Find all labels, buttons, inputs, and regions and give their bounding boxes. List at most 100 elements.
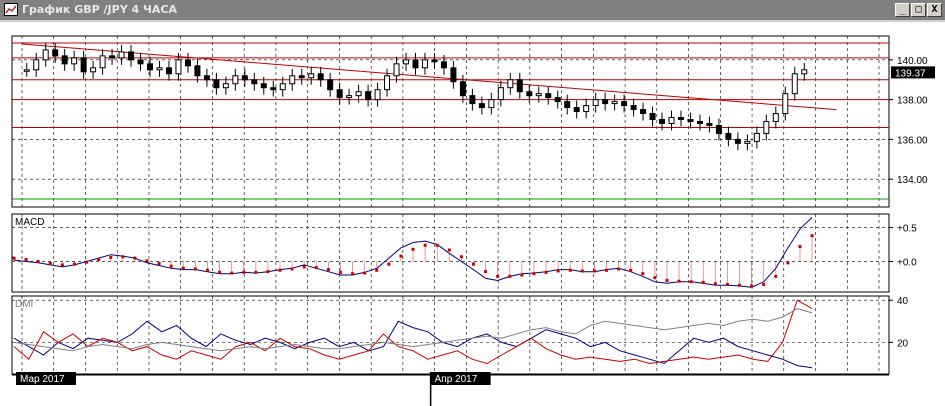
macd-signal-dot: [48, 262, 52, 266]
macd-signal-dot: [786, 261, 790, 265]
macd-signal-dot: [254, 270, 258, 274]
macd-signal-dot: [689, 280, 693, 284]
macd-signal-dot: [605, 268, 609, 272]
candle-body: [734, 138, 741, 144]
macd-signal-dot: [399, 254, 403, 258]
candle-body: [384, 75, 391, 91]
candle-body: [222, 83, 229, 89]
indicator-y-tick: +0.0: [897, 257, 917, 268]
macd-signal-dot: [556, 269, 560, 273]
candle-body: [640, 109, 647, 115]
macd-signal-dot: [338, 270, 342, 274]
candle-body: [175, 59, 182, 75]
price-y-tick: 138.00: [897, 96, 928, 107]
macd-signal-dot: [508, 274, 512, 278]
current-price-label: 139.37: [895, 68, 926, 79]
chart-svg[interactable]: 1516172021222324272829303134567101112131…: [0, 22, 945, 406]
candle-body: [289, 75, 296, 85]
title-bar[interactable]: График GBP /JPY 4 ЧАСА _ □ X: [0, 0, 945, 20]
candle-body: [602, 99, 609, 105]
dmi-panel: [11, 295, 890, 375]
macd-signal-dot: [774, 274, 778, 278]
candle-body: [194, 65, 201, 77]
macd-signal-dot: [435, 243, 439, 247]
macd-signal-dot: [314, 266, 318, 270]
candle-body: [659, 119, 666, 124]
candle-body: [374, 89, 381, 101]
macd-signal-dot: [447, 248, 451, 252]
macd-signal-dot: [218, 270, 222, 274]
candle-body: [564, 101, 571, 109]
indicator-title: DMI: [15, 299, 33, 310]
candle-body: [80, 57, 87, 73]
candle-body: [545, 93, 552, 99]
macd-signal-dot: [145, 259, 149, 263]
candle-body: [459, 81, 466, 97]
chart-area[interactable]: 1516172021222324272829303134567101112131…: [0, 22, 945, 406]
candle-body: [706, 122, 713, 126]
macd-panel: [11, 213, 890, 293]
macd-signal-dot: [532, 272, 536, 276]
macd-signal-dot: [97, 257, 101, 261]
macd-signal-dot: [181, 266, 185, 270]
candle-body: [696, 121, 703, 124]
close-button[interactable]: X: [927, 3, 942, 17]
indicator-y-tick: 40: [897, 296, 909, 307]
maximize-button[interactable]: □: [911, 3, 926, 17]
candle-body: [336, 89, 343, 99]
candle-body: [677, 117, 684, 121]
candle-body: [279, 83, 286, 91]
candle-body: [611, 101, 618, 105]
macd-signal-dot: [496, 274, 500, 278]
macd-signal-dot: [568, 268, 572, 272]
macd-signal-dot: [133, 256, 137, 260]
macd-signal-dot: [459, 255, 463, 259]
candle-body: [260, 83, 267, 89]
macd-signal-dot: [520, 273, 524, 277]
candle-body: [365, 91, 372, 101]
indicator-y-tick: 20: [897, 338, 909, 349]
macd-signal-dot: [580, 269, 584, 273]
candle-body: [327, 79, 334, 91]
candle-body: [412, 59, 419, 69]
candle-body: [791, 73, 798, 95]
indicator-y-tick: +0.5: [897, 224, 917, 235]
candle-body: [137, 59, 144, 65]
minimize-button[interactable]: _: [895, 3, 910, 17]
candle-body: [801, 69, 808, 75]
candle-body: [203, 75, 210, 81]
macd-signal-dot: [230, 271, 234, 275]
macd-signal-dot: [266, 270, 270, 274]
candle-body: [71, 57, 78, 65]
candle-body: [440, 61, 447, 69]
macd-signal-dot: [750, 284, 754, 288]
candle-body: [621, 101, 628, 107]
candle-body: [478, 103, 485, 109]
candle-body: [52, 49, 59, 57]
candle-body: [118, 51, 125, 59]
macd-signal-dot: [592, 269, 596, 273]
macd-signal-dot: [302, 265, 306, 269]
macd-signal-dot: [60, 263, 64, 267]
price-y-tick: 136.00: [897, 135, 928, 146]
macd-signal-dot: [641, 272, 645, 276]
macd-signal-dot: [12, 256, 16, 260]
candle-body: [421, 59, 428, 69]
macd-signal-dot: [351, 272, 355, 276]
macd-signal-dot: [713, 282, 717, 286]
macd-signal-dot: [85, 260, 89, 264]
candle-body: [42, 49, 49, 61]
macd-signal-dot: [653, 276, 657, 280]
candle-body: [213, 79, 220, 89]
macd-signal-dot: [205, 268, 209, 272]
candle-body: [23, 69, 30, 72]
candle-body: [99, 55, 106, 69]
candle-body: [165, 67, 172, 75]
candle-body: [317, 73, 324, 81]
macd-signal-dot: [387, 262, 391, 266]
macd-signal-dot: [36, 259, 40, 263]
candle-body: [630, 105, 637, 111]
macd-signal-dot: [544, 270, 548, 274]
chart-window: График GBP /JPY 4 ЧАСА _ □ X 15161720212…: [0, 0, 945, 406]
candle-body: [450, 67, 457, 83]
